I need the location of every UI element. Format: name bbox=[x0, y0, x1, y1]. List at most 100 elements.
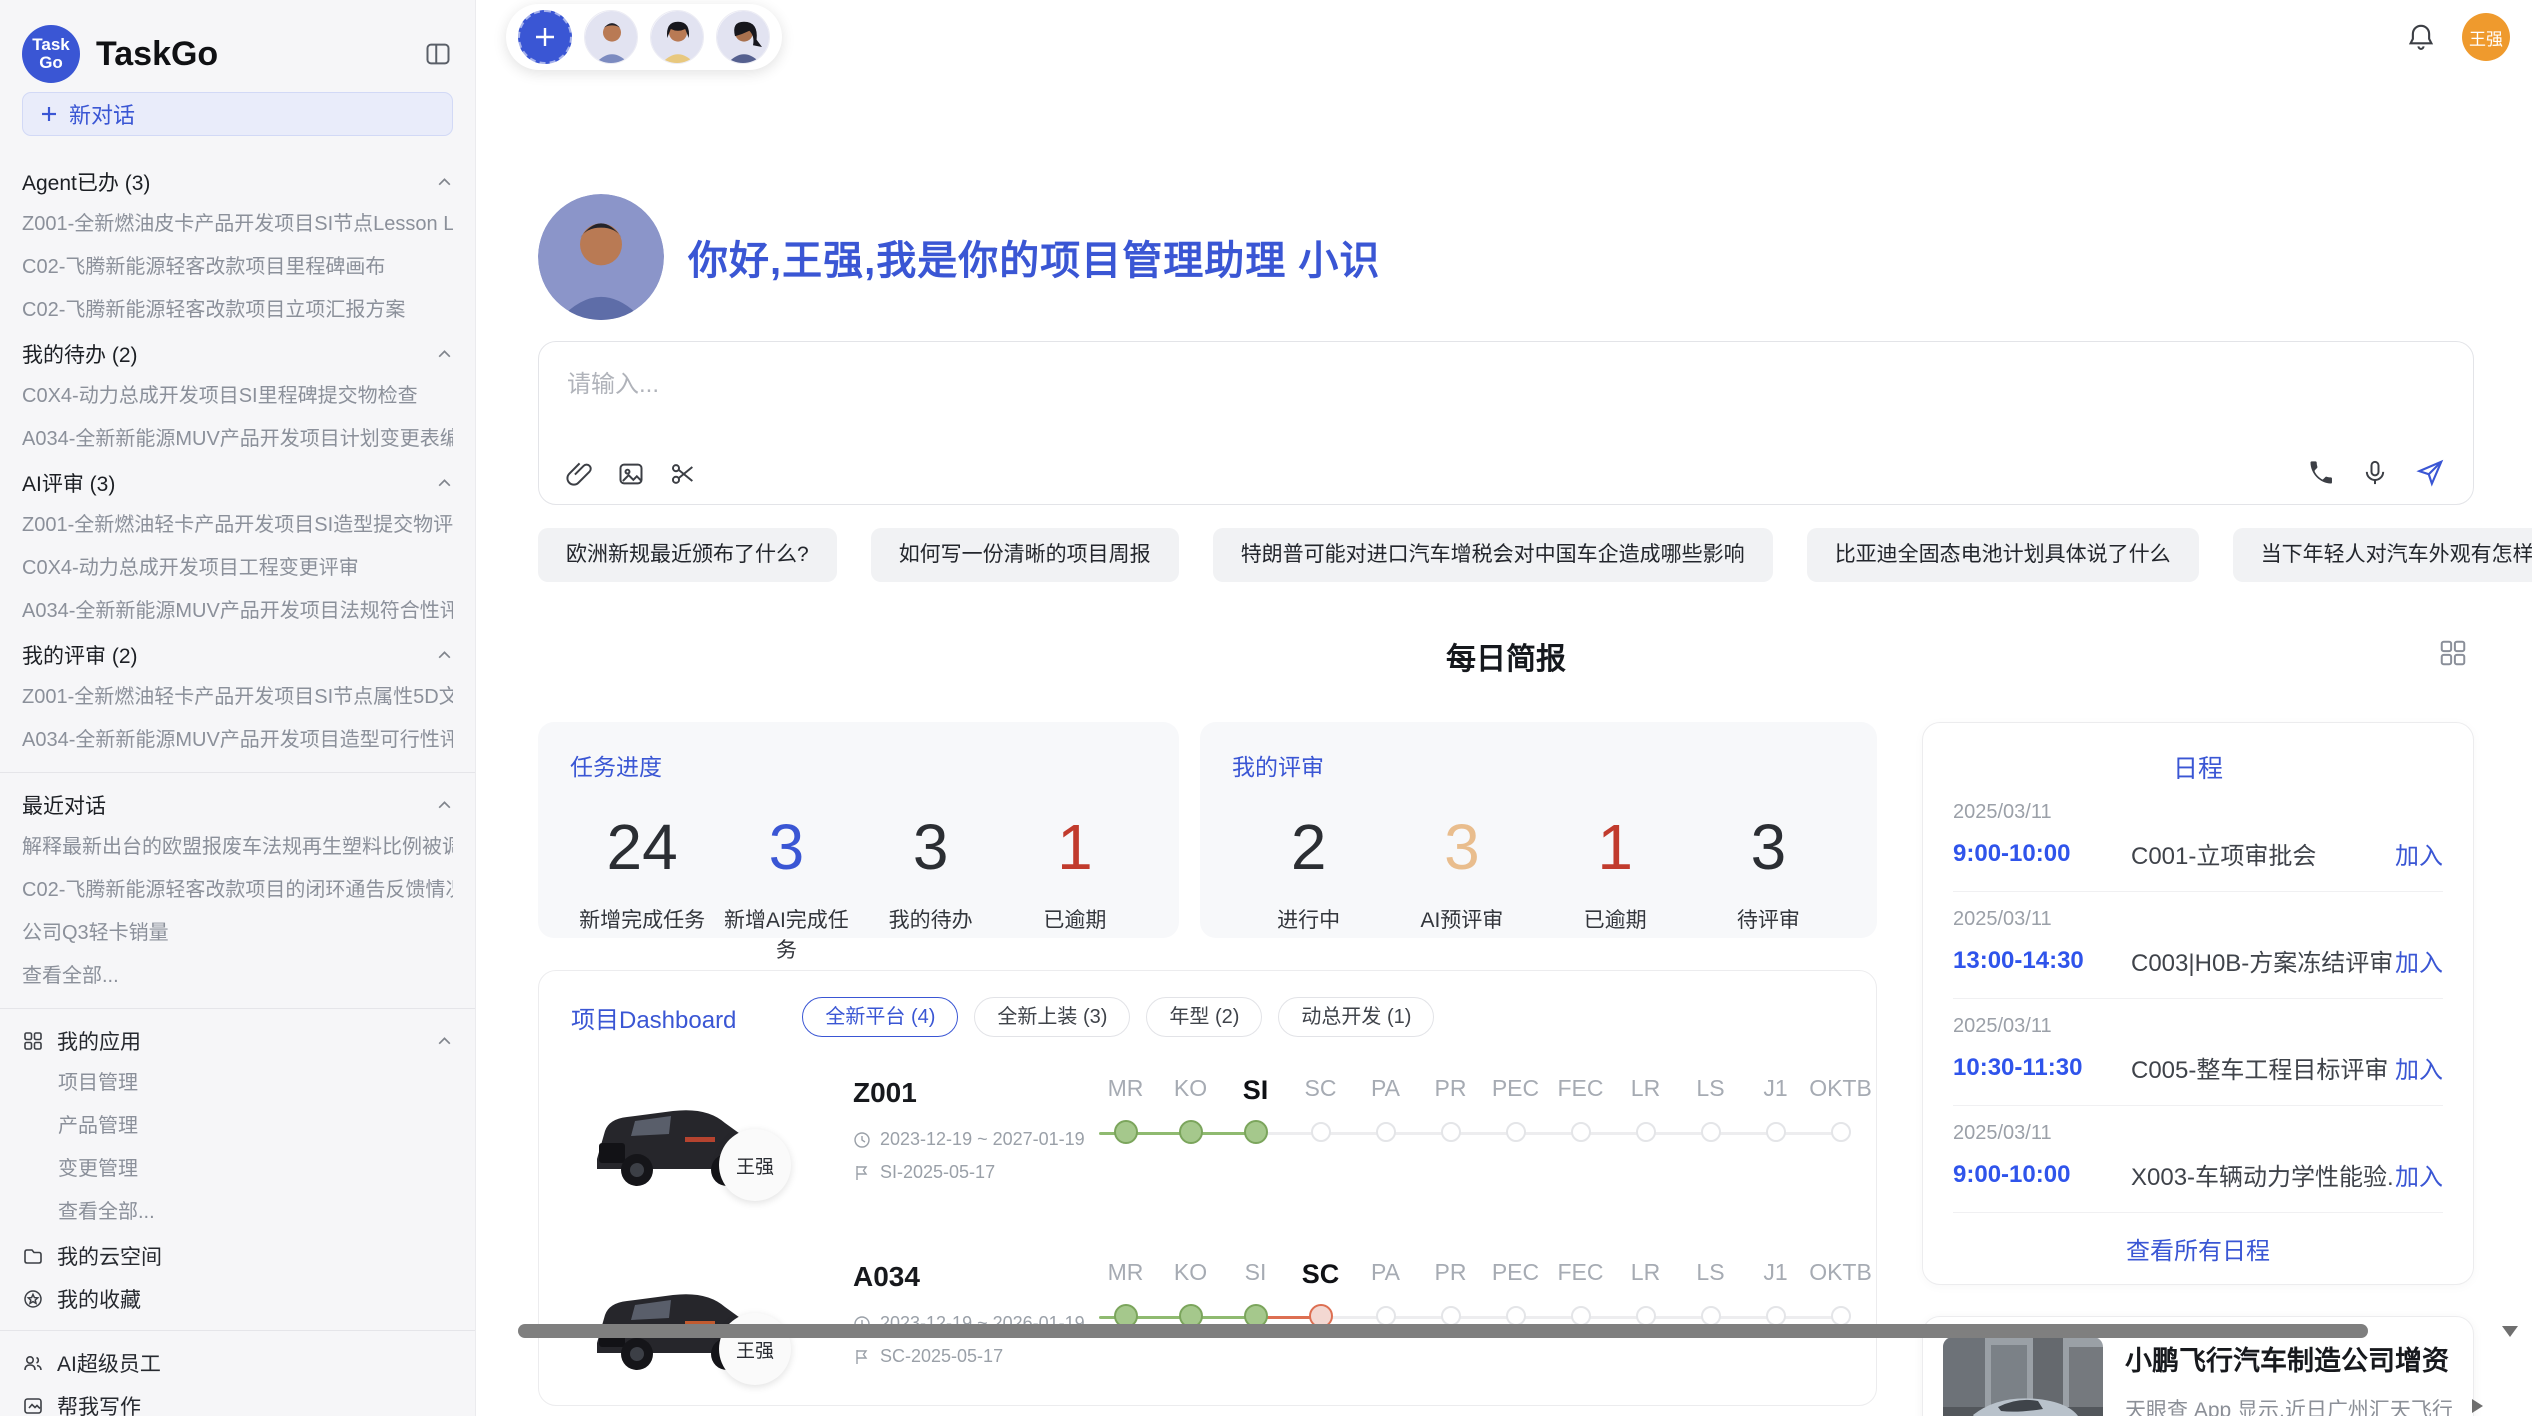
greeting-text: 你好,王强,我是你的项目管理助理 小识 bbox=[688, 228, 1380, 286]
send-icon[interactable] bbox=[2415, 458, 2445, 488]
project-flag: SC-2025-05-17 bbox=[880, 1346, 1003, 1367]
tab-year-model[interactable]: 年型 (2) bbox=[1146, 997, 1262, 1037]
avatar[interactable] bbox=[650, 10, 704, 64]
tab-new-platform[interactable]: 全新平台 (4) bbox=[802, 997, 958, 1037]
milestone-dot bbox=[1766, 1306, 1786, 1326]
list-item[interactable]: C0X4-动力总成开发项目工程变更评审 bbox=[22, 547, 453, 590]
list-item[interactable]: C02-飞腾新能源轻客改款项目里程碑画布 bbox=[22, 246, 453, 289]
sidebar-item-project-mgmt[interactable]: 项目管理 bbox=[22, 1062, 453, 1105]
apps-grid-icon bbox=[22, 1030, 44, 1052]
write-doc-icon bbox=[22, 1395, 44, 1416]
list-item[interactable]: C02-飞腾新能源轻客改款项目立项汇报方案 bbox=[22, 289, 453, 332]
list-item[interactable]: C02-飞腾新能源轻客改款项目的闭环通告反馈情况 bbox=[22, 869, 453, 912]
avatar[interactable] bbox=[584, 10, 638, 64]
scissors-icon[interactable] bbox=[669, 460, 697, 488]
metric-value: 3 bbox=[1385, 812, 1538, 882]
sidebar-item-ai-super-staff[interactable]: AI超级员工 bbox=[22, 1341, 453, 1384]
list-item[interactable]: Z001-全新燃油皮卡产品开发项目SI节点Lesson Learn报告 bbox=[22, 203, 453, 246]
suggestion-chip[interactable]: 如何写一份清晰的项目周报 bbox=[871, 528, 1179, 582]
chevron-up-icon[interactable] bbox=[436, 476, 453, 489]
section-my-todo[interactable]: 我的待办 (2) bbox=[22, 332, 453, 375]
metric-label: 新增AI完成任务 bbox=[714, 904, 858, 964]
event-date: 2025/03/11 bbox=[1953, 801, 2443, 824]
list-item[interactable]: A034-全新新能源MUV产品开发项目法规符合性评审 bbox=[22, 590, 453, 633]
list-item[interactable]: 解释最新出台的欧盟报废车法规再生塑料比例被调至15%... bbox=[22, 826, 453, 869]
milestone-dot bbox=[1766, 1122, 1786, 1142]
milestone-dot bbox=[1831, 1306, 1851, 1326]
milestone-label-current: SC bbox=[1288, 1259, 1353, 1290]
avatar[interactable] bbox=[716, 10, 770, 64]
schedule-title: 日程 bbox=[1953, 749, 2443, 785]
layout-grid-icon[interactable] bbox=[2438, 638, 2468, 668]
add-member-button[interactable] bbox=[518, 10, 572, 64]
suggestion-chip[interactable]: 欧洲新规最近颁布了什么? bbox=[538, 528, 837, 582]
notification-bell-icon[interactable] bbox=[2406, 22, 2436, 52]
project-row[interactable]: 王强 Z001 2023-12-19 ~ 2027-01-19 SI-2025-… bbox=[571, 1071, 1844, 1221]
sidebar-item-change-mgmt[interactable]: 变更管理 bbox=[22, 1148, 453, 1191]
scroll-right-arrow[interactable] bbox=[2472, 1399, 2483, 1413]
daily-brief-title: 每日简报 bbox=[538, 634, 2474, 678]
list-item[interactable]: 公司Q3轻卡销量 bbox=[22, 912, 453, 955]
milestone-dot bbox=[1636, 1306, 1656, 1326]
suggestion-chip[interactable]: 当下年轻人对汽车外观有怎样的喜好趋势 bbox=[2233, 528, 2532, 582]
chat-input[interactable] bbox=[567, 364, 2445, 434]
sidebar-header: Task Go TaskGo bbox=[22, 0, 453, 90]
plus-icon bbox=[532, 24, 558, 50]
clock-icon bbox=[853, 1131, 871, 1149]
event-time: 9:00-10:00 bbox=[1953, 840, 2131, 868]
view-all-chats-link[interactable]: 查看全部... bbox=[22, 955, 453, 998]
sidebar-item-favorites[interactable]: 我的收藏 bbox=[22, 1277, 453, 1320]
chevron-up-icon[interactable] bbox=[436, 798, 453, 811]
join-link[interactable]: 加入 bbox=[2395, 836, 2443, 871]
sidebar-item-my-apps[interactable]: 我的应用 bbox=[22, 1019, 453, 1062]
section-recent-chats[interactable]: 最近对话 bbox=[22, 783, 453, 826]
horizontal-scrollbar[interactable] bbox=[518, 1324, 2368, 1338]
event-date: 2025/03/11 bbox=[1953, 1122, 2443, 1145]
milestone-dot bbox=[1311, 1122, 1331, 1142]
event-name: X003-车辆动力学性能验... bbox=[2131, 1157, 2395, 1192]
metric-value: 3 bbox=[714, 812, 858, 882]
sidebar-item-cloud-space[interactable]: 我的云空间 bbox=[22, 1234, 453, 1277]
list-item[interactable]: A034-全新新能源MUV产品开发项目计划变更表编写 bbox=[22, 418, 453, 461]
topbar-right: 王强 bbox=[2406, 0, 2532, 74]
project-code: Z001 bbox=[853, 1077, 1085, 1109]
phone-call-icon[interactable] bbox=[2307, 459, 2335, 487]
user-avatar[interactable]: 王强 bbox=[2462, 13, 2510, 61]
sidebar-collapse-icon[interactable] bbox=[423, 40, 453, 68]
list-item[interactable]: Z001-全新燃油轻卡产品开发项目SI节点属性5D文件评审 bbox=[22, 676, 453, 719]
chevron-up-icon[interactable] bbox=[436, 648, 453, 661]
section-ai-review[interactable]: AI评审 (3) bbox=[22, 461, 453, 504]
scroll-down-arrow[interactable] bbox=[2502, 1326, 2518, 1337]
new-chat-button[interactable]: 新对话 bbox=[22, 92, 453, 136]
section-my-review[interactable]: 我的评审 (2) bbox=[22, 633, 453, 676]
event-name: C003|H0B-方案冻结评审 bbox=[2131, 943, 2395, 978]
paperclip-icon[interactable] bbox=[565, 460, 593, 488]
chevron-up-icon[interactable] bbox=[436, 347, 453, 360]
image-icon[interactable] bbox=[617, 460, 645, 488]
owner-badge: 王强 bbox=[719, 1129, 791, 1201]
input-actions bbox=[2307, 458, 2445, 488]
project-dates: 2023-12-19 ~ 2027-01-19 bbox=[880, 1129, 1085, 1150]
milestone-label: PR bbox=[1418, 1075, 1483, 1106]
chevron-up-icon[interactable] bbox=[436, 1034, 453, 1047]
list-item[interactable]: A034-全新新能源MUV产品开发项目造型可行性评审 bbox=[22, 719, 453, 762]
suggestion-chip[interactable]: 特朗普可能对进口汽车增税会对中国车企造成哪些影响 bbox=[1213, 528, 1773, 582]
tab-powertrain[interactable]: 动总开发 (1) bbox=[1278, 997, 1434, 1037]
join-link[interactable]: 加入 bbox=[2395, 1157, 2443, 1192]
sidebar-item-product-mgmt[interactable]: 产品管理 bbox=[22, 1105, 453, 1148]
milestone-label: KO bbox=[1158, 1259, 1223, 1290]
sidebar-item-help-write[interactable]: 帮我写作 bbox=[22, 1384, 453, 1416]
tab-new-body[interactable]: 全新上装 (3) bbox=[974, 997, 1130, 1037]
suggestion-chip[interactable]: 比亚迪全固态电池计划具体说了什么 bbox=[1807, 528, 2199, 582]
flag-icon bbox=[853, 1164, 871, 1182]
section-agent-done[interactable]: Agent已办 (3) bbox=[22, 160, 453, 203]
join-link[interactable]: 加入 bbox=[2395, 943, 2443, 978]
list-item[interactable]: C0X4-动力总成开发项目SI里程碑提交物检查 bbox=[22, 375, 453, 418]
list-item[interactable]: Z001-全新燃油轻卡产品开发项目SI造型提交物评审 bbox=[22, 504, 453, 547]
join-link[interactable]: 加入 bbox=[2395, 1050, 2443, 1085]
chevron-up-icon[interactable] bbox=[436, 175, 453, 188]
project-info: Z001 2023-12-19 ~ 2027-01-19 SI-2025-05-… bbox=[853, 1077, 1085, 1183]
view-all-schedule-link[interactable]: 查看所有日程 bbox=[1953, 1231, 2443, 1266]
mic-icon[interactable] bbox=[2361, 459, 2389, 487]
view-all-apps-link[interactable]: 查看全部... bbox=[22, 1191, 453, 1234]
